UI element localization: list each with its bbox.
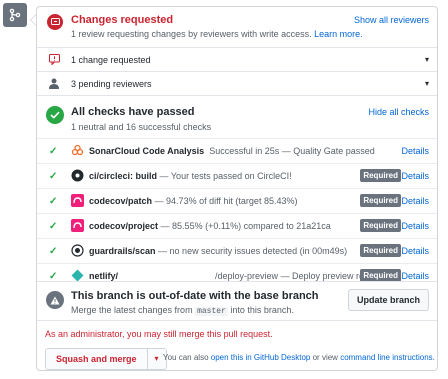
details-link[interactable]: Details — [401, 171, 429, 181]
check-description: Successful in 25s — Quality Gate passed — [209, 146, 375, 156]
admin-note: As an administrator, you may still merge… — [45, 329, 273, 339]
change-requested-row[interactable]: 1 change requested ▾ — [37, 47, 437, 71]
check-name: guardrails/scan — [89, 246, 156, 256]
required-badge: Required — [360, 244, 401, 257]
check-description: — Your tests passed on CircleCI! — [159, 171, 292, 181]
sonarcloud-icon — [71, 144, 84, 157]
hide-all-checks-link[interactable]: Hide all checks — [368, 107, 429, 117]
required-badge: Required — [360, 169, 401, 182]
chevron-down-icon: ▾ — [424, 55, 429, 64]
details-link[interactable]: Details — [401, 221, 429, 231]
merge-section: As an administrator, you may still merge… — [37, 320, 437, 372]
review-subtitle-text: 1 review requesting changes by reviewers… — [71, 29, 312, 39]
review-subtitle: 1 review requesting changes by reviewers… — [71, 29, 363, 39]
period: . — [432, 353, 435, 362]
pending-reviewers-label: 3 pending reviewers — [71, 79, 152, 89]
learn-more-link[interactable]: Learn more. — [314, 29, 363, 39]
update-branch-button[interactable]: Update branch — [347, 289, 429, 311]
comment-alert-icon — [49, 54, 60, 68]
git-merge-icon — [3, 3, 27, 27]
change-requested-label: 1 change requested — [71, 55, 151, 65]
check-description: — 94.73% of diff hit (target 85.43%) — [154, 196, 298, 206]
required-badge: Required — [360, 219, 401, 232]
details-link[interactable]: Details — [401, 196, 429, 206]
branch-description: Merge the latest changes from master int… — [71, 305, 294, 316]
branch-title: This branch is out-of-date with the base… — [71, 290, 319, 302]
branch-desc-prefix: Merge the latest changes from — [71, 305, 193, 315]
check-icon: ✓ — [49, 196, 58, 207]
details-link[interactable]: Details — [401, 271, 429, 281]
check-icon: ✓ — [49, 171, 58, 182]
check-name: SonarCloud Code Analysis — [89, 146, 205, 156]
check-icon: ✓ — [49, 221, 58, 232]
branch-desc-suffix: into this branch. — [230, 305, 294, 315]
person-icon — [49, 78, 59, 92]
check-row-guardrails: ✓ guardrails/scan — no new security issu… — [37, 238, 437, 263]
pending-reviewers-row[interactable]: 3 pending reviewers ▾ — [37, 71, 437, 95]
check-icon: ✓ — [49, 271, 58, 281]
check-row-codecov-project: ✓ codecov/project — 85.55% (+0.11%) comp… — [37, 213, 437, 238]
check-name: netlify/ — [89, 271, 119, 281]
check-icon: ✓ — [49, 246, 58, 257]
check-name: codecov/patch — [89, 196, 153, 206]
check-description: — no new security issues detected (in 00… — [158, 246, 348, 256]
check-row-codecov-patch: ✓ codecov/patch — 94.73% of diff hit (ta… — [37, 188, 437, 213]
open-in-desktop-link[interactable]: open this in GitHub Desktop — [211, 353, 311, 362]
codecov-icon — [71, 219, 84, 232]
chevron-down-icon: ▾ — [424, 79, 429, 88]
check-description: /deploy-preview — Deploy preview rea... — [215, 271, 377, 281]
command-line-instructions-link[interactable]: command line instructions — [340, 353, 432, 362]
required-badge: Required — [360, 269, 401, 281]
checks-list[interactable]: ✓ SonarCloud Code Analysis Successful in… — [37, 138, 437, 281]
merge-alternatives: You can also open this in GitHub Desktop… — [163, 353, 435, 362]
review-changes-icon — [47, 14, 63, 30]
checks-summary: All checks have passed 1 neutral and 16 … — [37, 95, 437, 138]
details-link[interactable]: Details — [401, 146, 429, 156]
squash-merge-group: Squash and merge ▾ — [45, 348, 167, 370]
caret-down-icon: ▾ — [154, 354, 159, 363]
codecov-icon — [71, 194, 84, 207]
alert-icon — [46, 291, 64, 309]
squash-and-merge-button[interactable]: Squash and merge — [46, 349, 148, 369]
checks-subtitle: 1 neutral and 16 successful checks — [71, 122, 212, 132]
review-title: Changes requested — [71, 14, 174, 26]
checks-title: All checks have passed — [71, 106, 195, 118]
or-view-text: or view — [312, 353, 338, 362]
required-badge: Required — [360, 194, 401, 207]
show-all-reviewers-link[interactable]: Show all reviewers — [354, 15, 429, 25]
check-name: ci/circleci: build — [89, 171, 158, 181]
check-name: codecov/project — [89, 221, 159, 231]
check-row-sonarcloud: ✓ SonarCloud Code Analysis Successful in… — [37, 138, 437, 163]
also-prefix: You can also — [163, 353, 209, 362]
check-row-circleci: ✓ ci/circleci: build — Your tests passed… — [37, 163, 437, 188]
check-icon: ✓ — [49, 146, 58, 157]
check-description: — 85.55% (+0.11%) compared to 21a21ca — [160, 221, 331, 231]
details-link[interactable]: Details — [401, 246, 429, 256]
check-circle-icon — [46, 106, 64, 124]
merge-box: Changes requested 1 review requesting ch… — [36, 6, 438, 371]
netlify-icon — [71, 269, 84, 281]
circleci-icon — [71, 169, 84, 182]
check-row-netlify: ✓ netlify/ /deploy-preview — Deploy prev… — [37, 263, 437, 281]
review-section: Changes requested 1 review requesting ch… — [37, 7, 437, 46]
guardrails-icon — [71, 244, 84, 257]
branch-status: This branch is out-of-date with the base… — [37, 281, 437, 320]
base-branch-name: master — [195, 307, 228, 316]
